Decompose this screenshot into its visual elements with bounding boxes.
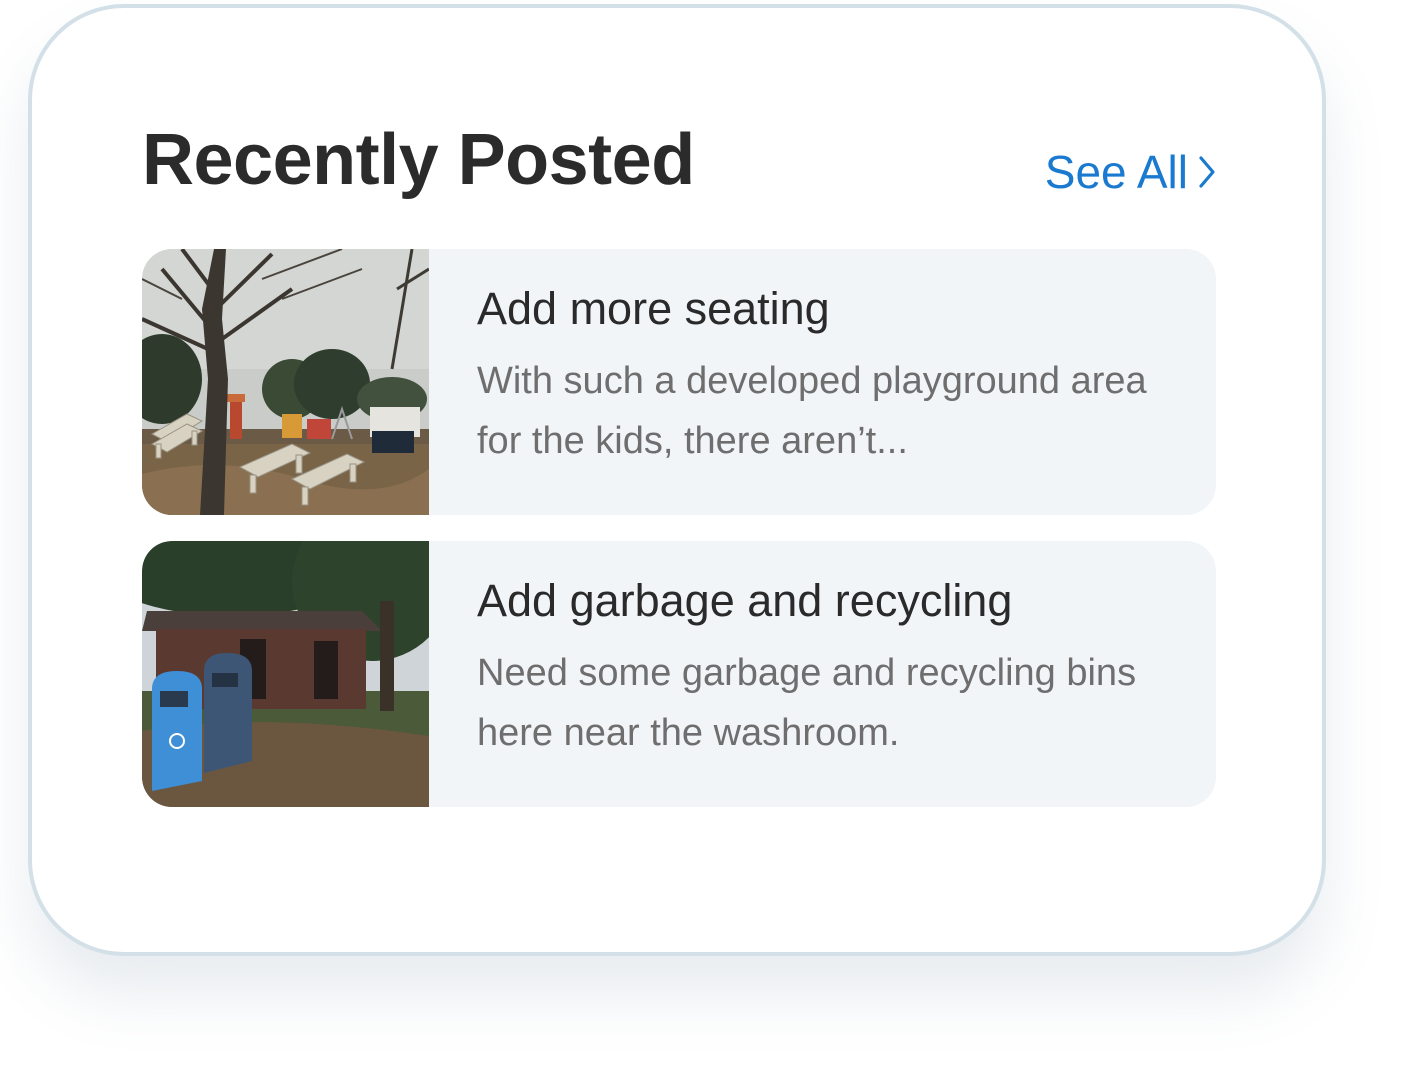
post-description: With such a developed playground area fo…: [477, 360, 1147, 462]
post-title: Add garbage and recycling: [477, 575, 1013, 626]
chevron-right-icon: [1199, 156, 1215, 188]
see-all-link[interactable]: See All: [1045, 144, 1216, 200]
see-all-label: See All: [1044, 146, 1188, 198]
post-description: Need some garbage and recycling bins her…: [477, 652, 1137, 754]
post-thumbnail-washroom: [142, 541, 429, 807]
post-card-garbage[interactable]: Add garbage and recycling Need some garb…: [142, 541, 1216, 807]
post-thumbnail-playground: [142, 249, 429, 515]
section-title: Recently Posted: [142, 120, 695, 200]
section-header: Recently Posted See All: [142, 120, 1216, 210]
post-text: Add garbage and recycling Need some garb…: [477, 573, 1176, 763]
post-title: Add more seating: [477, 283, 830, 334]
post-text: Add more seating With such a developed p…: [477, 281, 1176, 471]
post-card-seating[interactable]: Add more seating With such a developed p…: [142, 249, 1216, 515]
